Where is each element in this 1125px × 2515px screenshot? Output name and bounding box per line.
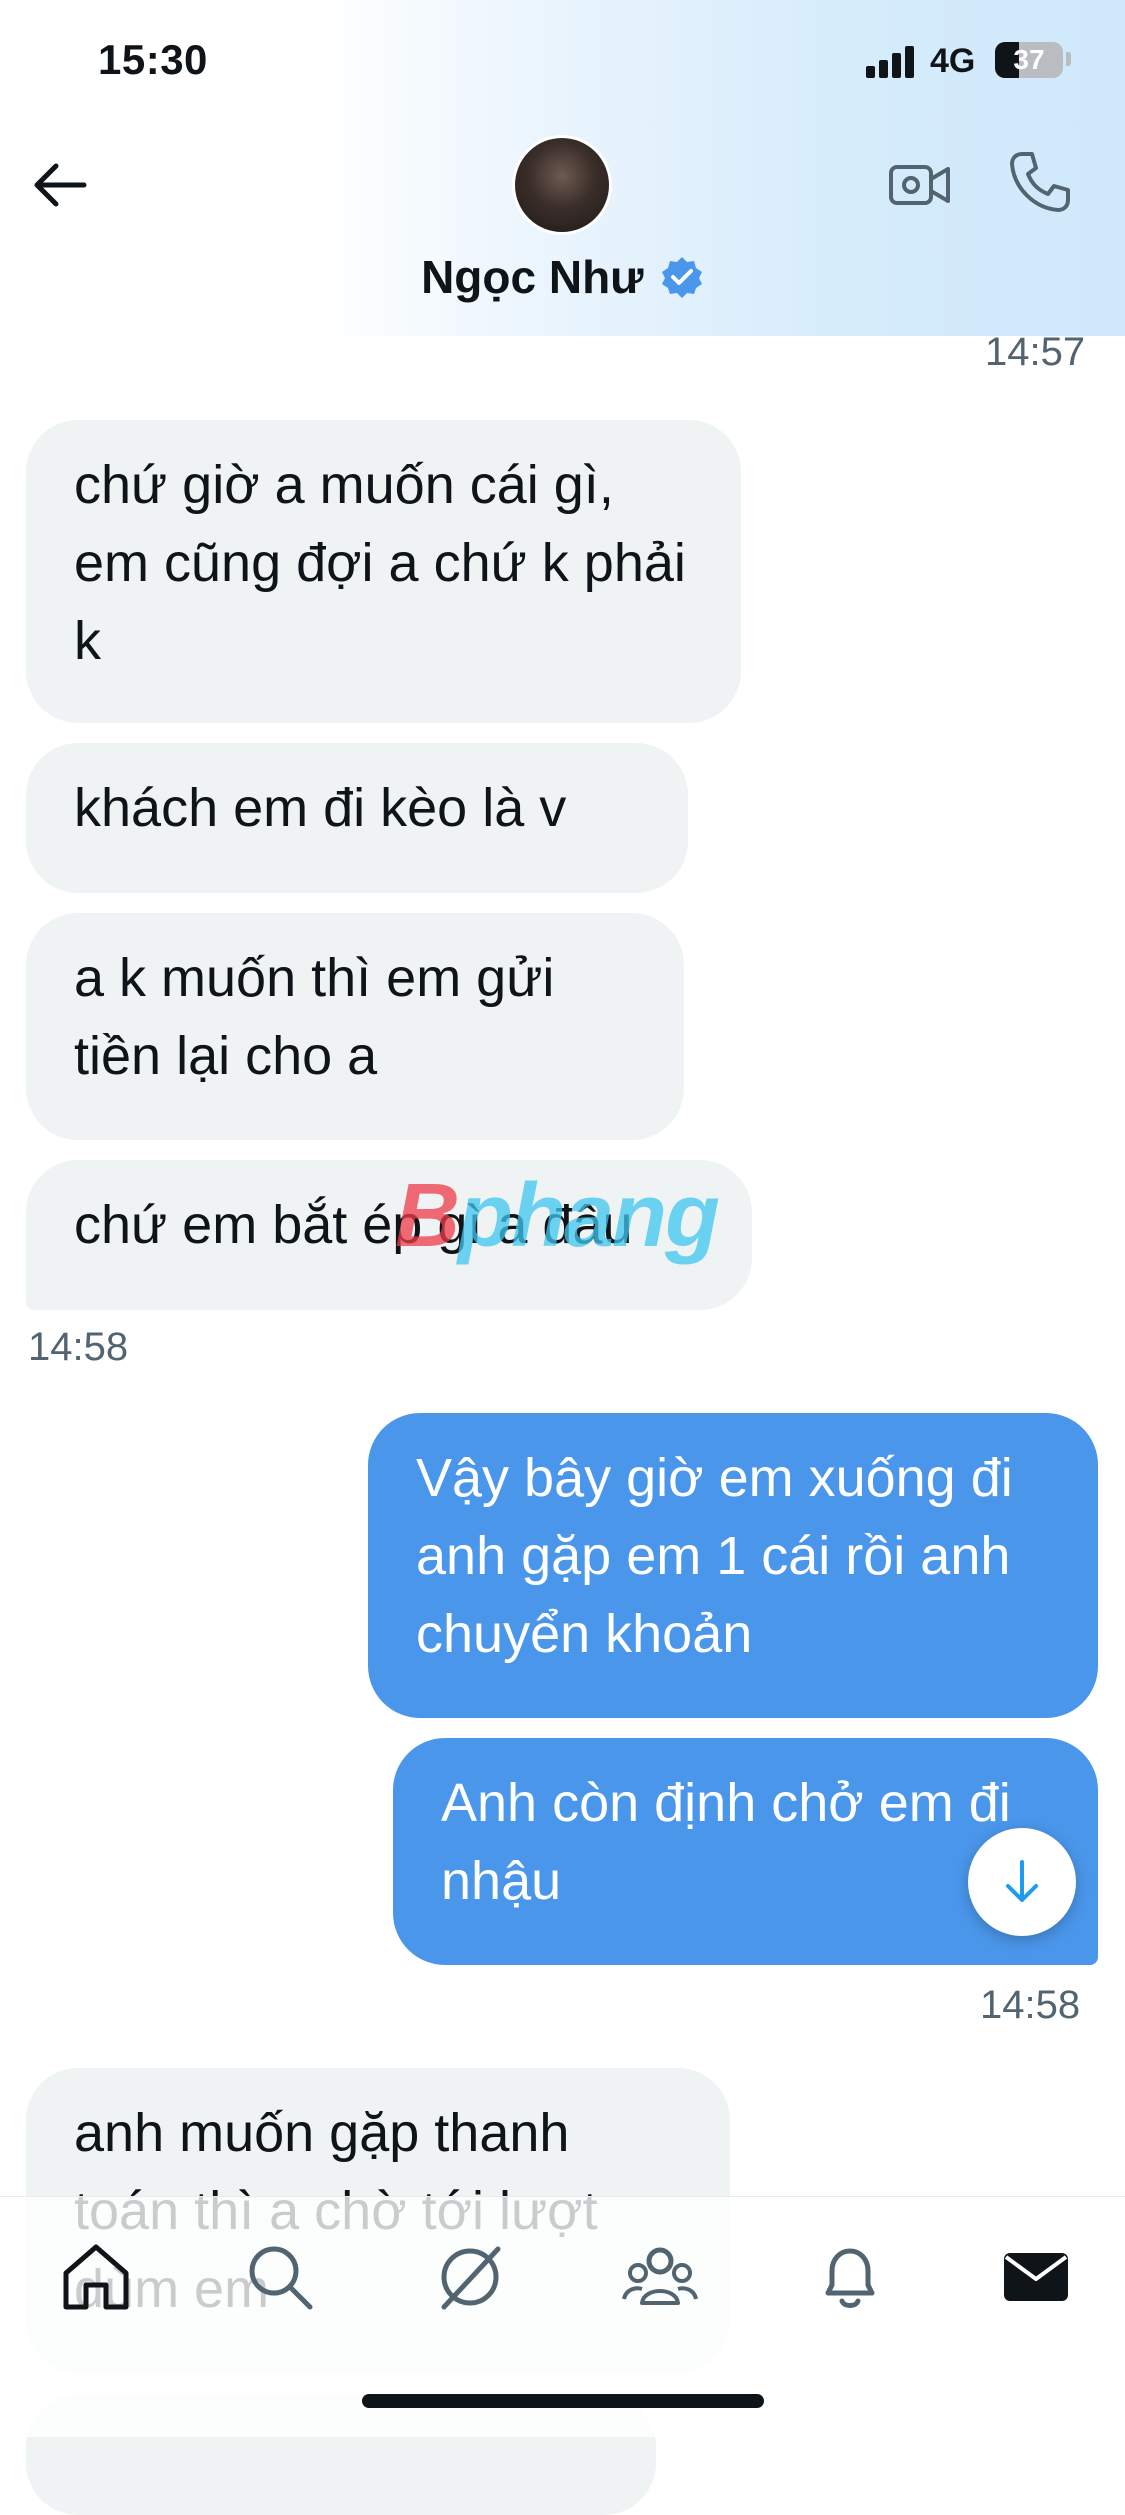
verified-badge-icon	[661, 257, 702, 298]
message-timestamp: 14:58	[980, 1983, 1081, 2027]
search-icon[interactable]	[242, 2239, 318, 2315]
phone-call-icon[interactable]	[1008, 150, 1072, 214]
battery-tip	[1066, 52, 1071, 66]
arrow-left-icon[interactable]	[30, 160, 90, 210]
home-indicator[interactable]	[362, 2394, 764, 2408]
status-bar: 15:30 4G 37	[0, 0, 1125, 130]
network-type: 4G	[930, 42, 976, 80]
contact-name-row[interactable]: Ngọc Như	[0, 250, 1125, 304]
incoming-message[interactable]: khách em đi kèo là v	[26, 743, 688, 893]
incoming-message[interactable]: chứ giờ a muốn cái gì, em cũng đợi a chứ…	[26, 420, 741, 723]
communities-icon[interactable]	[622, 2239, 698, 2315]
incoming-message[interactable]: a k muốn thì em gửi tiền lại cho a	[26, 913, 684, 1140]
video-call-icon[interactable]	[888, 155, 952, 215]
contact-avatar[interactable]	[512, 135, 612, 235]
messages-icon[interactable]	[998, 2239, 1074, 2315]
watermark: Bphang	[395, 1166, 720, 1266]
scroll-to-bottom-button[interactable]	[968, 1828, 1076, 1936]
message-timestamp: 14:57	[985, 330, 1086, 374]
signal-icon	[866, 44, 916, 78]
battery-icon: 37	[995, 42, 1063, 78]
battery-level: 37	[1013, 44, 1045, 75]
grok-icon[interactable]	[432, 2239, 508, 2315]
message-timestamp: 14:58	[28, 1325, 129, 1369]
arrow-down-icon	[1006, 1860, 1038, 1902]
outgoing-message[interactable]: Vậy bây giờ em xuống đi anh gặp em 1 cái…	[368, 1413, 1098, 1718]
notifications-icon[interactable]	[812, 2239, 888, 2315]
status-time: 15:30	[98, 36, 208, 83]
home-icon[interactable]	[58, 2239, 134, 2315]
contact-name: Ngọc Như	[421, 251, 644, 303]
